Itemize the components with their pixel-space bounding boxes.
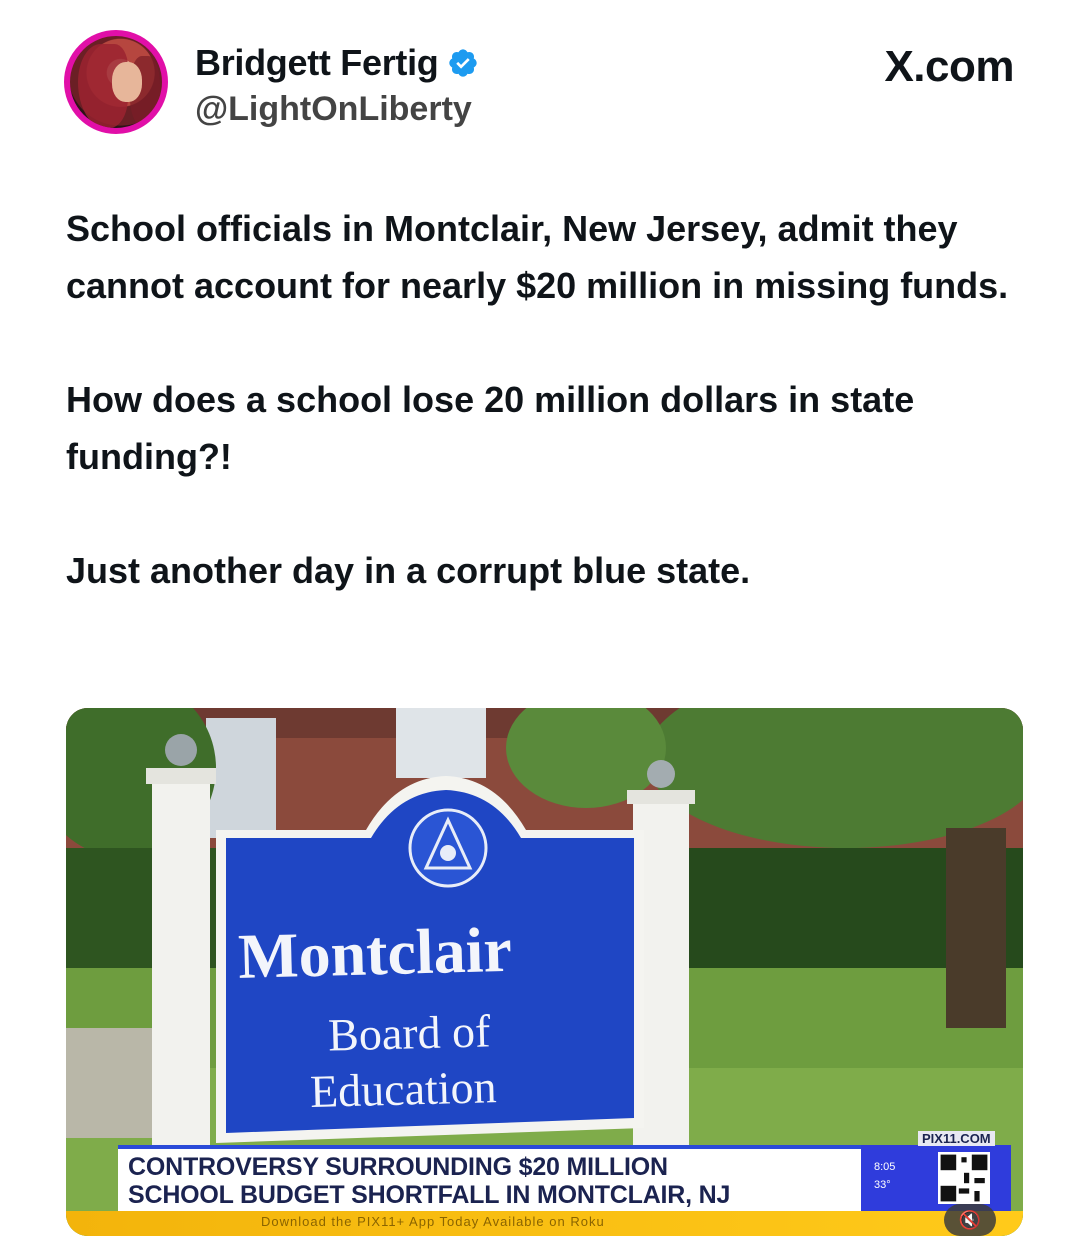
sign-line-2: Education (309, 1061, 497, 1117)
site-label: X.com (884, 42, 1014, 91)
post-paragraph: How does a school lose 20 million dollar… (66, 379, 915, 477)
station-temperature: 33° (874, 1179, 891, 1191)
qr-code-icon (938, 1152, 990, 1204)
speaker-muted-icon[interactable]: 🔇 (944, 1204, 996, 1236)
video-media[interactable]: Montclair Board of Education CONTROVERSY… (66, 708, 1023, 1236)
station-url: PIX11.COM (918, 1131, 995, 1146)
station-time-temp: 8:05 33° (874, 1158, 895, 1194)
sign-line-1: Board of (327, 1005, 491, 1060)
station-time: 8:05 (874, 1161, 896, 1173)
avatar[interactable] (64, 30, 168, 134)
post-header: Bridgett Fertig @LightOnLiberty X.com (64, 30, 1014, 140)
post-body: School officials in Montclair, New Jerse… (66, 200, 1026, 599)
news-chyron: CONTROVERSY SURROUNDING $20 MILLION SCHO… (118, 1145, 873, 1211)
sign-title: Montclair (237, 914, 512, 992)
ticker-text: Download the PIX11+ App Today Available … (261, 1214, 605, 1229)
post-paragraph: Just another day in a corrupt blue state… (66, 550, 751, 591)
author-name-row: Bridgett Fertig (195, 42, 479, 84)
author-handle[interactable]: @LightOnLiberty (195, 90, 472, 129)
news-ticker: Download the PIX11+ App Today Available … (66, 1211, 1023, 1236)
post-paragraph: School officials in Montclair, New Jerse… (66, 208, 1009, 306)
author-display-name[interactable]: Bridgett Fertig (195, 42, 439, 84)
verified-badge-icon (448, 49, 477, 77)
chyron-line-1: CONTROVERSY SURROUNDING $20 MILLION (128, 1153, 668, 1181)
chyron-line-2: SCHOOL BUDGET SHORTFALL IN MONTCLAIR, NJ (128, 1181, 731, 1209)
